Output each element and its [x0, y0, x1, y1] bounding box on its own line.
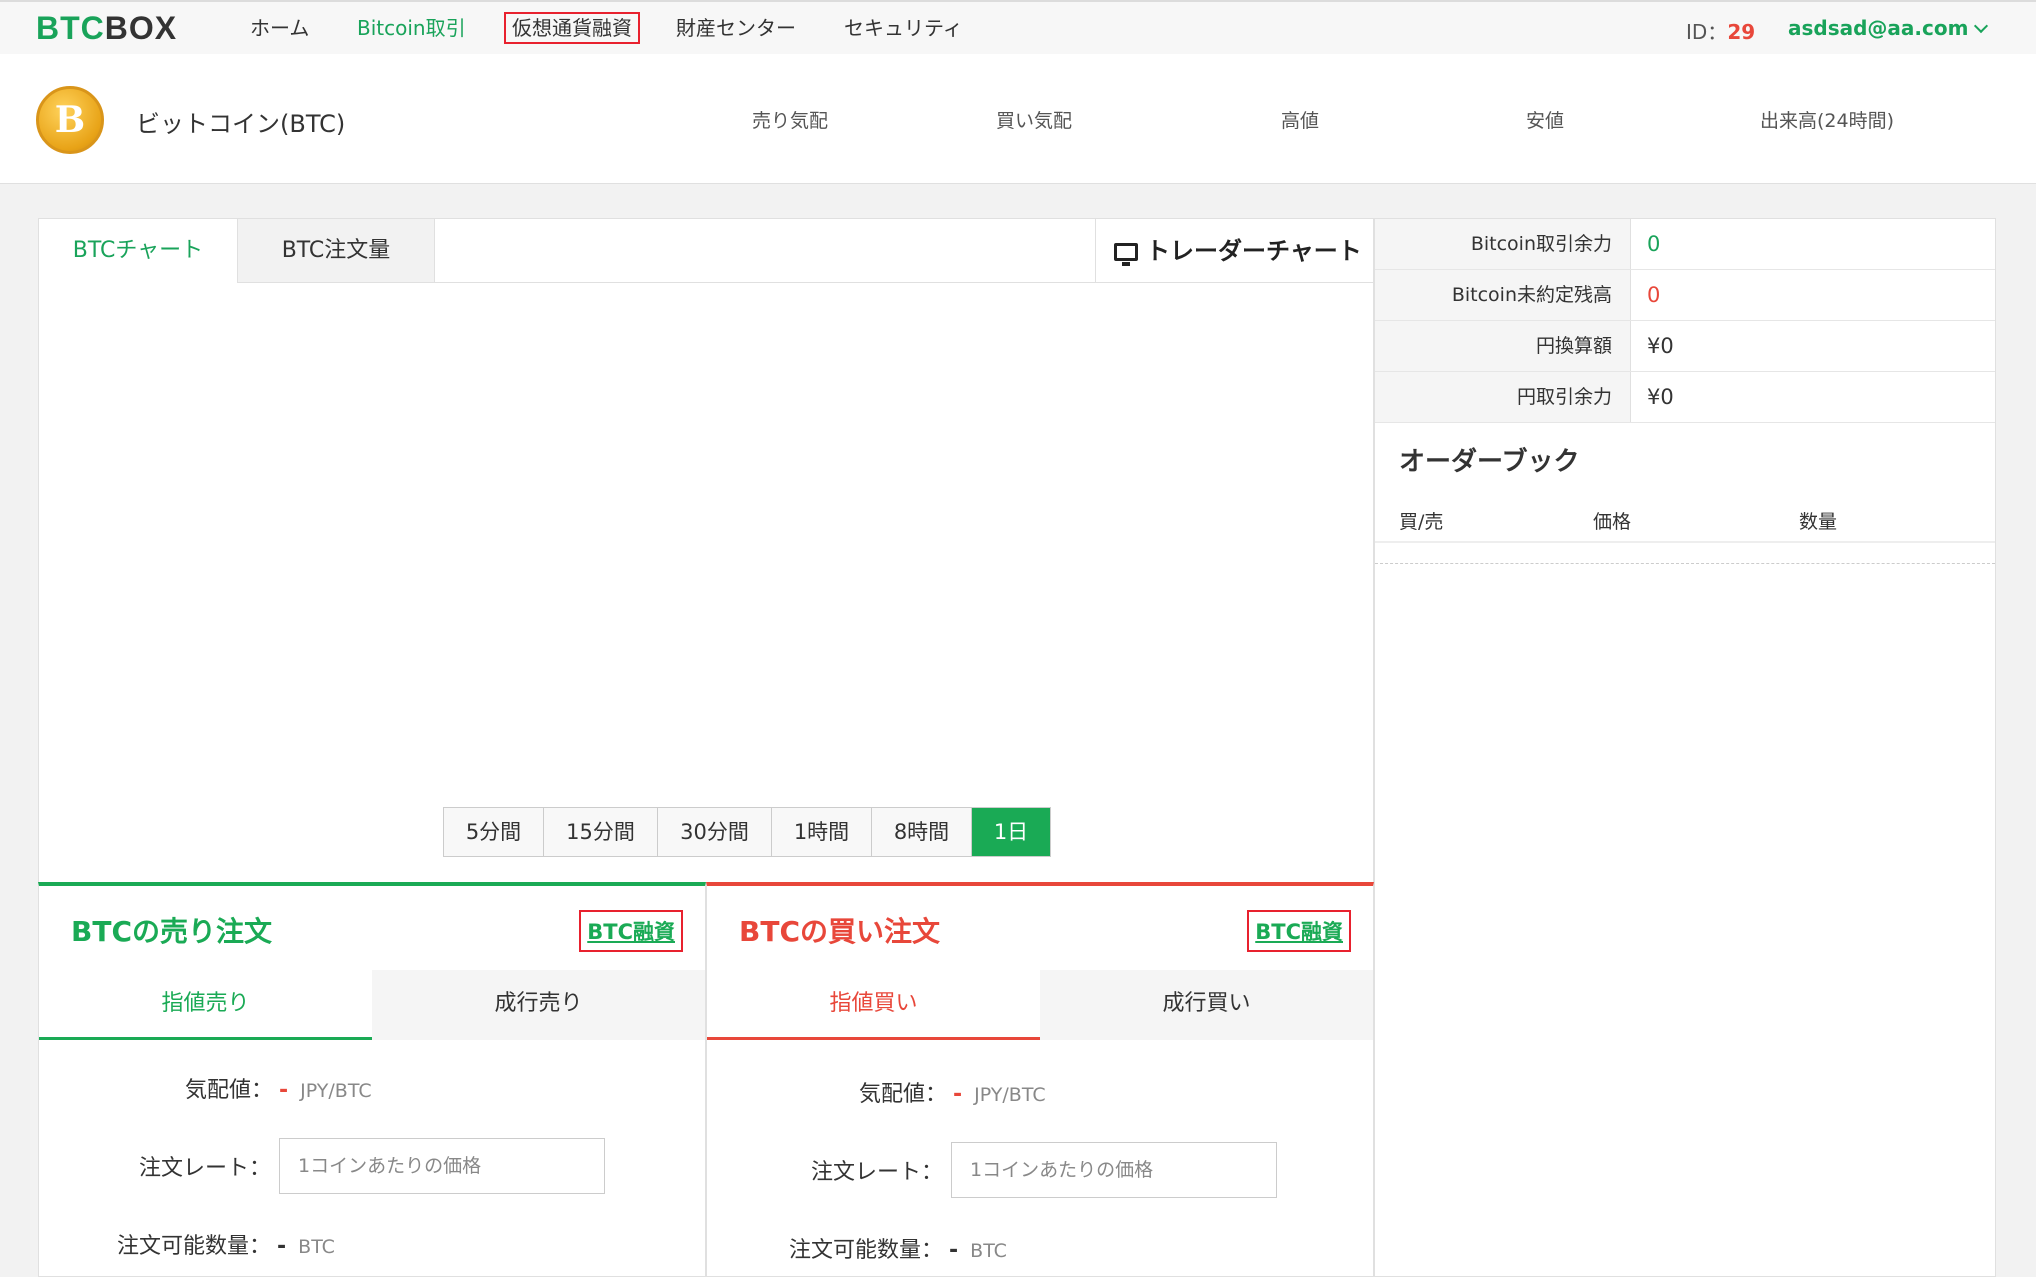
chevron-down-icon	[1974, 18, 1989, 34]
qty-unit: BTC	[298, 1236, 335, 1258]
quote-label: 気配値：	[185, 1078, 274, 1103]
buy-rate-label: 注文レート：	[811, 1160, 944, 1185]
ticker-volume-label: 出来高(24時間)	[1760, 110, 1895, 132]
qty-unit: BTC	[970, 1240, 1007, 1262]
sell-qty-row: 注文可能数量： - BTC	[117, 1228, 335, 1260]
monitor-icon	[1114, 243, 1138, 266]
balance-row-jpy-available: 円取引余力 ¥0	[1375, 372, 1995, 423]
quote-value: -	[279, 1078, 289, 1103]
user-account-dropdown[interactable]: asdsad@aa.com	[1788, 16, 1989, 40]
balance-label: Bitcoin未約定残高	[1375, 270, 1631, 320]
user-id-display: ID：29	[1686, 16, 1755, 45]
quote-value: -	[953, 1082, 963, 1107]
tab-limit-sell[interactable]: 指値売り	[39, 970, 372, 1040]
interval-1day-button[interactable]: 1日	[972, 808, 1050, 856]
buy-quote-row: 気配値： - JPY/BTC	[859, 1076, 1046, 1108]
qty-value: -	[949, 1238, 959, 1263]
balance-value: ¥0	[1647, 334, 1674, 358]
balance-and-orderbook-panel: Bitcoin取引余力 0 Bitcoin未約定残高 0 円換算額 ¥0 円取引…	[1374, 218, 1996, 1277]
tab-market-sell[interactable]: 成行売り	[372, 970, 705, 1040]
buy-order-tabs: 指値買い 成行買い	[707, 970, 1373, 1040]
balance-label: Bitcoin取引余力	[1375, 219, 1631, 269]
tab-market-buy[interactable]: 成行買い	[1040, 970, 1373, 1040]
sell-btc-finance-link[interactable]: BTC融資	[579, 910, 683, 952]
orderbook-col-side: 買/売	[1399, 511, 1444, 533]
buy-order-title: BTCの買い注文	[739, 915, 940, 948]
orderbook-col-qty: 数量	[1799, 511, 1838, 533]
buy-rate-input[interactable]: 1コインあたりの価格	[951, 1142, 1277, 1198]
buy-order-panel: BTCの買い注文 BTC融資 指値買い 成行買い 気配値： - JPY/BTC 注文…	[706, 882, 1374, 1277]
orderbook-header-divider	[1375, 541, 1995, 543]
coin-name: ビットコイン(BTC)	[136, 110, 346, 138]
user-id-label: ID：	[1686, 20, 1728, 44]
quote-label: 気配値：	[859, 1082, 948, 1107]
sell-order-title: BTCの売り注文	[71, 915, 272, 948]
interval-1hour-button[interactable]: 1時間	[772, 808, 872, 856]
balance-row-btc-available: Bitcoin取引余力 0	[1375, 219, 1995, 270]
trader-chart-button[interactable]: トレーダーチャート	[1095, 219, 1375, 283]
buy-btc-finance-link[interactable]: BTC融資	[1247, 910, 1351, 952]
nav-crypto-finance-link[interactable]: 仮想通貨融資	[504, 12, 640, 44]
logo-text-btc: BTC	[36, 10, 105, 46]
tab-limit-buy[interactable]: 指値買い	[707, 970, 1040, 1040]
sell-rate-label: 注文レート：	[139, 1156, 272, 1181]
tab-btc-chart[interactable]: BTCチャート	[39, 219, 237, 283]
ticker-low-label: 安値	[1526, 110, 1565, 132]
user-email: asdsad@aa.com	[1788, 16, 1969, 40]
chart-interval-selector: 5分間 15分間 30分間 1時間 8時間 1日	[443, 807, 1051, 857]
qty-value: -	[277, 1234, 287, 1259]
chart-panel: BTCチャート BTC注文量 トレーダーチャート 5分間 15分間 30分間 1…	[38, 218, 1375, 884]
ticker-high-label: 高値	[1281, 110, 1320, 132]
sell-rate-input[interactable]: 1コインあたりの価格	[279, 1138, 605, 1194]
balance-row-btc-pending: Bitcoin未約定残高 0	[1375, 270, 1995, 321]
orderbook-title: オーダーブック	[1399, 447, 1580, 477]
trader-chart-label: トレーダーチャート	[1146, 237, 1362, 265]
buy-qty-row: 注文可能数量： - BTC	[789, 1232, 1007, 1264]
balance-label: 円取引余力	[1375, 372, 1631, 422]
interval-30min-button[interactable]: 30分間	[658, 808, 772, 856]
orderbook-dashed-divider	[1375, 563, 1995, 564]
bitcoin-symbol: B	[54, 99, 86, 141]
bitcoin-coin-icon: B	[36, 86, 104, 154]
qty-label: 注文可能数量：	[789, 1238, 944, 1263]
balance-row-jpy-equivalent: 円換算額 ¥0	[1375, 321, 1995, 372]
tab-bar-filler	[435, 219, 1135, 283]
sell-order-tabs: 指値売り 成行売り	[39, 970, 705, 1040]
user-id-value: 29	[1727, 20, 1756, 44]
ticker-header: B ビットコイン(BTC) 売り気配 買い気配 高値 安値 出来高(24時間)	[0, 54, 2036, 184]
balance-value: ¥0	[1647, 385, 1674, 409]
quote-unit: JPY/BTC	[974, 1084, 1046, 1106]
nav-security-link[interactable]: セキュリティ	[844, 14, 963, 42]
balance-label: 円換算額	[1375, 321, 1631, 371]
balance-value: 0	[1647, 283, 1661, 307]
nav-home-link[interactable]: ホーム	[250, 14, 309, 42]
btcbox-logo[interactable]: BTCBOX	[36, 10, 177, 47]
orderbook-col-price: 価格	[1593, 511, 1632, 533]
interval-5min-button[interactable]: 5分間	[444, 808, 544, 856]
ticker-ask-label: 売り気配	[752, 110, 829, 132]
interval-15min-button[interactable]: 15分間	[544, 808, 658, 856]
sell-order-panel: BTCの売り注文 BTC融資 指値売り 成行売り 気配値： - JPY/BTC 注文…	[38, 882, 706, 1277]
nav-asset-center-link[interactable]: 財産センター	[676, 14, 796, 42]
sell-quote-row: 気配値： - JPY/BTC	[185, 1072, 372, 1104]
qty-label: 注文可能数量：	[117, 1234, 272, 1259]
ticker-bid-label: 買い気配	[996, 110, 1073, 132]
interval-8hour-button[interactable]: 8時間	[872, 808, 972, 856]
tab-btc-order-volume[interactable]: BTC注文量	[237, 219, 435, 283]
top-navbar: BTCBOX ホーム Bitcoin取引 仮想通貨融資 財産センター セキュリテ…	[0, 0, 2036, 54]
balance-value: 0	[1647, 232, 1661, 256]
nav-bitcoin-trade-link[interactable]: Bitcoin取引	[357, 14, 466, 42]
quote-unit: JPY/BTC	[300, 1080, 372, 1102]
logo-text-box: BOX	[104, 10, 178, 46]
